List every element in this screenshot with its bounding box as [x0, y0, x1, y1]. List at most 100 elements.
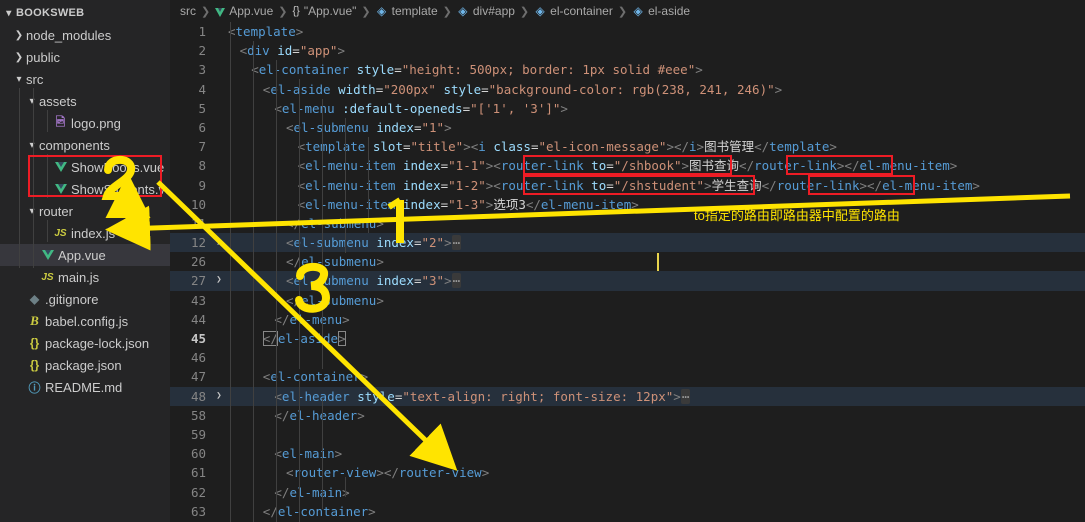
code-line[interactable]: 10 <el-menu-item index="1-3">选项3</el-menu…	[170, 195, 1085, 214]
code-line[interactable]: 27 ❯ <el-submenu index="3">⋯	[170, 271, 1085, 291]
tree-item-package-json[interactable]: {} package.json	[0, 354, 170, 376]
breadcrumb-label: template	[391, 4, 438, 18]
code-editor[interactable]: 1 <template> 2 <div id="app"> 3 <el-container…	[170, 22, 1085, 522]
code-token: "height: 500px; border: 1px solid #eee"	[401, 62, 696, 78]
chevron-down-icon[interactable]: ▾	[12, 74, 26, 85]
tree-item-readme-md[interactable]: ⓘ README.md	[0, 376, 170, 398]
breadcrumb-item-src[interactable]: src	[180, 4, 196, 18]
code-line[interactable]: 48 ❯ <el-header style="text-align: right; …	[170, 386, 1085, 406]
code-line[interactable]: 9 <el-menu-item index="1-2"><router-link …	[170, 176, 1085, 195]
tree-item-label: README.md	[45, 379, 123, 395]
tree-item-router[interactable]: ▾ router	[0, 200, 170, 222]
code-line[interactable]: 59	[170, 425, 1085, 444]
code-line[interactable]: 2 <div id="app">	[170, 41, 1085, 60]
breadcrumb[interactable]: src ❯ App.vue ❯ {} "App.vue" ❯ ◈ template ❯ ◈ div#a…	[170, 0, 1085, 22]
code-token: =	[413, 119, 422, 135]
breadcrumb-separator: ❯	[519, 5, 530, 18]
code-line[interactable]: 60 <el-main>	[170, 444, 1085, 463]
code-line[interactable]: 58 </el-header>	[170, 406, 1085, 425]
code-token: "1"	[421, 119, 445, 135]
breadcrumb-item-el-container[interactable]: ◈ el-container	[534, 4, 613, 18]
code-line[interactable]: 12 ❯ <el-submenu index="2">⋯	[170, 233, 1085, 253]
code-line[interactable]: 3 <el-container style="height: 500px; bor…	[170, 60, 1085, 79]
code-token: "title"	[410, 139, 464, 155]
code-line[interactable]: 62 </el-main>	[170, 483, 1085, 502]
vue-file-icon	[52, 184, 69, 194]
tree-item-main-js[interactable]: JS main.js	[0, 266, 170, 288]
tree-item-components[interactable]: ▾ components	[0, 134, 170, 156]
code-line[interactable]: 26 </el-submenu>	[170, 252, 1085, 271]
code-token: </	[525, 196, 541, 212]
line-number: 8	[198, 158, 206, 174]
tree-item-babel-config-js[interactable]: Bbabel.config.js	[0, 310, 170, 332]
tree-item-index-js[interactable]: JS index.js	[0, 222, 170, 244]
chevron-right-icon[interactable]: ❯	[12, 52, 26, 63]
fold-chevron-icon[interactable]: ❯	[212, 271, 226, 290]
code-token: router-link	[776, 177, 860, 193]
code-token: i	[689, 139, 697, 155]
tree-item-public[interactable]: ❯ public	[0, 46, 170, 68]
tree-item-showstudents-vue[interactable]: ShowStudents.vue	[0, 178, 170, 200]
line-number: 12	[190, 235, 206, 251]
code-line[interactable]: 45 </el-aside>	[170, 329, 1085, 348]
breadcrumb-item-el-aside[interactable]: ◈ el-aside	[632, 4, 690, 18]
fold-chevron-icon[interactable]: ❯	[212, 233, 226, 252]
code-line-text: </el-menu>	[226, 310, 349, 329]
code-token: >	[949, 158, 958, 174]
code-line[interactable]: 11 </el-submenu>	[170, 214, 1085, 233]
code-token: >	[376, 254, 384, 270]
chevron-down-icon[interactable]: ▾	[2, 8, 16, 19]
chevron-down-icon[interactable]: ▾	[25, 96, 39, 107]
chevron-right-icon[interactable]: ❯	[12, 30, 26, 41]
explorer-root-folder[interactable]: ▾ BOOKSWEB	[0, 2, 170, 24]
code-line[interactable]: 6 <el-submenu index="1">	[170, 118, 1085, 137]
code-line[interactable]: 47 <el-container>	[170, 367, 1085, 386]
code-line[interactable]: 8 <el-menu-item index="1-1"><router-link …	[170, 156, 1085, 175]
tree-item-assets[interactable]: ▾ assets	[0, 90, 170, 112]
code-line[interactable]: 46	[170, 348, 1085, 367]
code-token: "1-3"	[448, 196, 486, 212]
code-line[interactable]: 63 </el-container>	[170, 502, 1085, 521]
tree-item-app-vue[interactable]: App.vue	[0, 244, 170, 266]
code-token: "el-icon-message"	[538, 139, 667, 155]
code-line-text: <el-submenu index="1">	[226, 118, 452, 137]
js-file-icon: JS	[41, 271, 54, 283]
code-line[interactable]: 4 <el-aside width="200px" style="backgrou…	[170, 80, 1085, 99]
symbol-field-icon: ◈	[377, 4, 387, 18]
code-line[interactable]: 5 <el-menu :default-openeds="['1', '3']">	[170, 99, 1085, 118]
code-token: index	[376, 235, 414, 251]
tree-item-src[interactable]: ▾ src	[0, 68, 170, 90]
code-line[interactable]: 44 </el-menu>	[170, 310, 1085, 329]
code-line-text: </el-container>	[226, 502, 376, 521]
code-line[interactable]: 61 <router-view></router-view>	[170, 463, 1085, 482]
tree-item--gitignore[interactable]: ◆ .gitignore	[0, 288, 170, 310]
code-line-text: </el-aside>	[226, 329, 346, 348]
breadcrumb-item--app-vue-[interactable]: {} "App.vue"	[292, 4, 356, 18]
line-number: 44	[190, 311, 206, 327]
code-token: "3"	[421, 273, 445, 289]
line-number: 11	[190, 215, 206, 231]
breadcrumb-item-div-app[interactable]: ◈ div#app	[457, 4, 515, 18]
code-line[interactable]: 7 <template slot="title"><i class="el-ico…	[170, 137, 1085, 156]
code-line[interactable]: 1 <template>	[170, 22, 1085, 41]
code-line-text: <el-submenu index="3">⋯	[226, 271, 462, 290]
line-number: 43	[190, 292, 206, 308]
breadcrumb-label: "App.vue"	[303, 4, 357, 18]
tree-item-showbooks-vue[interactable]: ShowBooks.vue	[0, 156, 170, 178]
vscode-window: ▾ BOOKSWEB ❯ node_modules ❯ public ▾ src ▾ asse…	[0, 0, 1085, 522]
code-token: el-header	[289, 407, 358, 423]
code-token: el-menu	[281, 100, 335, 116]
tree-item-logo-png[interactable]: 🖻 logo.png	[0, 112, 170, 134]
breadcrumb-item-template[interactable]: ◈ template	[376, 4, 438, 18]
tree-item-package-lock-json[interactable]: {} package-lock.json	[0, 332, 170, 354]
code-token: >	[631, 196, 639, 212]
breadcrumb-item-app-vue[interactable]: App.vue	[215, 4, 273, 18]
tree-item-node-modules[interactable]: ❯ node_modules	[0, 24, 170, 46]
fold-chevron-icon[interactable]: ❯	[212, 387, 226, 406]
chevron-down-icon[interactable]: ▾	[25, 206, 39, 217]
code-line[interactable]: 43 </el-submenu>	[170, 291, 1085, 310]
chevron-down-icon[interactable]: ▾	[25, 140, 39, 151]
